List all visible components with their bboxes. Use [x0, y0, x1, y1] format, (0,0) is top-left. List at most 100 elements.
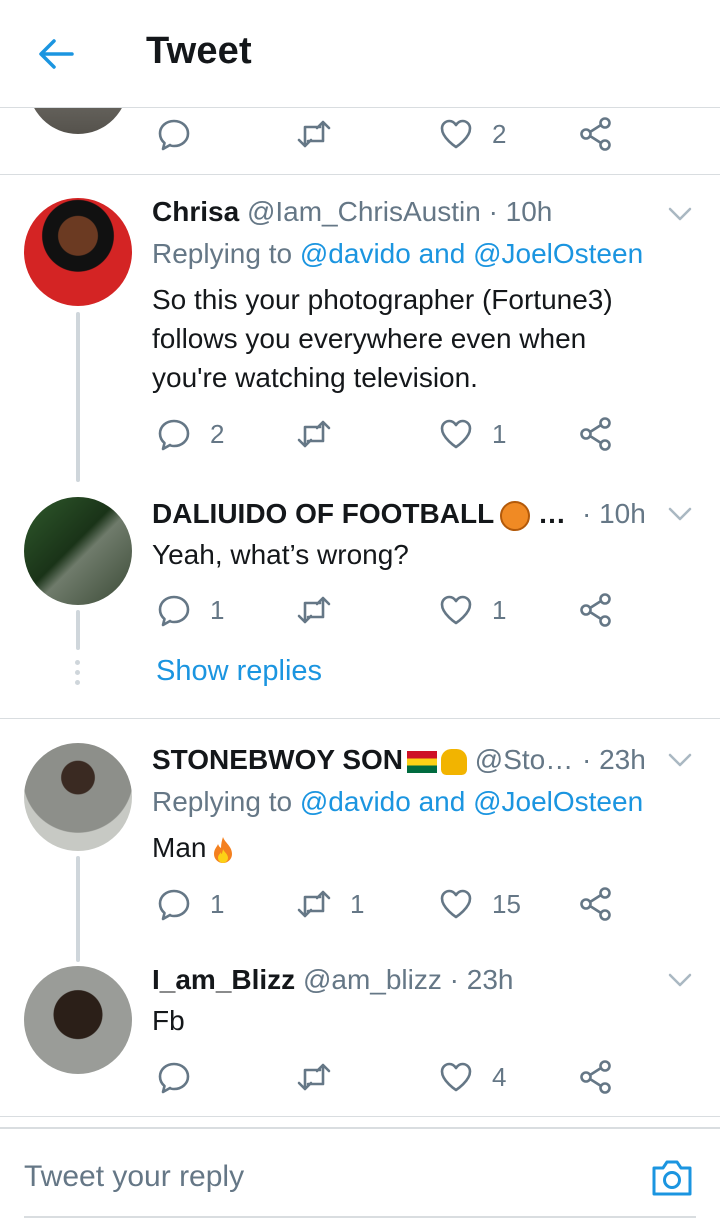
share-button[interactable] [578, 414, 614, 454]
reply-count: 1 [210, 888, 225, 919]
reply-count: 1 [210, 594, 225, 625]
tweet-text: Fb [152, 1005, 185, 1036]
share-icon [580, 1060, 611, 1094]
like-button[interactable]: 1 [438, 414, 506, 454]
basketball-emoji-icon [500, 500, 531, 531]
handle[interactable]: @Iam_ChrisAustin [247, 196, 481, 227]
reply-icon [158, 119, 190, 151]
replying-to-link[interactable]: @davido and @JoelOsteen [300, 786, 643, 817]
bell-emoji-icon [441, 748, 468, 775]
avatar[interactable] [24, 198, 132, 306]
tweet-text-content: Man [152, 832, 207, 863]
heart-icon [440, 595, 472, 625]
retweet-count: 1 [350, 888, 365, 919]
timestamp: · 23h [582, 744, 646, 775]
fire-emoji-icon [214, 836, 233, 863]
display-name[interactable]: DALIUIDO OF FOOTBALL [152, 498, 494, 529]
share-button[interactable] [578, 590, 614, 630]
retweet-button[interactable] [296, 114, 332, 154]
retweet-button[interactable]: 1 [296, 884, 364, 924]
avatar[interactable] [24, 966, 132, 1074]
reply-button[interactable]: 1 [156, 590, 224, 630]
tweet-header: Chrisa @Iam_ChrisAustin · 10h [152, 196, 552, 228]
reply-icon [158, 1062, 190, 1094]
reply-button[interactable] [156, 114, 192, 154]
like-count: 2 [492, 118, 507, 149]
replying-to-link[interactable]: @davido and @JoelOsteen [300, 238, 643, 269]
retweet-button[interactable] [296, 1057, 332, 1097]
share-icon [580, 417, 611, 451]
tweet-header: I_am_Blizz @am_blizz · 23h [152, 964, 513, 996]
page-title: Tweet [146, 30, 252, 72]
reply-icon [158, 595, 190, 627]
retweet-icon [297, 1063, 331, 1091]
like-button[interactable]: 1 [438, 590, 506, 630]
display-name[interactable]: Chrisa [152, 196, 239, 227]
chevron-down-icon[interactable] [667, 970, 693, 990]
tweet-text-line: you're watching television. [152, 362, 478, 393]
camera-icon[interactable] [650, 1158, 694, 1198]
reply-input-underline [24, 1216, 696, 1218]
share-icon [580, 887, 611, 921]
tweet-text-line: So this your photographer (Fortune3) [152, 284, 613, 315]
like-count: 15 [492, 888, 521, 919]
reply-icon [158, 419, 190, 451]
reply-button[interactable]: 2 [156, 414, 224, 454]
reply-count: 2 [210, 418, 225, 449]
share-icon [580, 117, 611, 151]
handle[interactable]: @Sto… [475, 744, 573, 775]
replying-prefix: Replying to [152, 238, 293, 269]
thread-line [76, 610, 80, 650]
share-icon [580, 593, 611, 627]
chevron-down-icon[interactable] [667, 750, 693, 770]
ghana-flag-emoji-icon [407, 750, 438, 773]
timestamp: · 10h [488, 196, 553, 227]
reply-button[interactable]: 1 [156, 884, 224, 924]
retweet-icon [297, 120, 331, 148]
thread-line [76, 312, 80, 482]
share-button[interactable] [578, 114, 614, 154]
name-ellipsis: … [537, 498, 566, 529]
divider [0, 174, 720, 175]
replying-to: Replying to @davido and @JoelOsteen [152, 786, 643, 818]
reply-icon [158, 889, 190, 921]
heart-icon [440, 1062, 472, 1092]
tweet-header: DALIUIDO OF FOOTBALL … [152, 498, 566, 531]
like-count: 1 [492, 594, 507, 625]
heart-icon [440, 419, 472, 449]
thread-line [76, 856, 80, 962]
share-button[interactable] [578, 884, 614, 924]
retweet-icon [297, 596, 331, 624]
like-button[interactable]: 15 [438, 884, 521, 924]
like-button[interactable]: 4 [438, 1057, 506, 1097]
reply-input[interactable]: Tweet your reply [24, 1160, 244, 1194]
share-button[interactable] [578, 1057, 614, 1097]
timestamp: · 23h [449, 964, 514, 995]
arrow-left-icon[interactable] [34, 32, 78, 76]
display-name[interactable]: STONEBWOY SON [152, 744, 403, 775]
like-count: 4 [492, 1061, 507, 1092]
replying-prefix: Replying to [152, 786, 293, 817]
display-name[interactable]: I_am_Blizz [152, 964, 295, 995]
retweet-icon [297, 420, 331, 448]
header-bar: Tweet [0, 0, 720, 108]
like-count: 1 [492, 418, 507, 449]
tweet-text: Yeah, what’s wrong? [152, 539, 409, 570]
tweet-text-line: follows you everywhere even when [152, 323, 587, 354]
divider [0, 1116, 720, 1117]
show-replies-link[interactable]: Show replies [156, 655, 322, 688]
like-button[interactable]: 2 [438, 114, 506, 154]
replying-to: Replying to @davido and @JoelOsteen [152, 238, 643, 270]
retweet-button[interactable] [296, 590, 332, 630]
chevron-down-icon[interactable] [667, 204, 693, 224]
avatar[interactable] [24, 497, 132, 605]
tweet-text: So this your photographer (Fortune3) fol… [152, 280, 692, 397]
thread-dots [73, 660, 81, 690]
retweet-button[interactable] [296, 414, 332, 454]
reply-button[interactable] [156, 1057, 192, 1097]
retweet-icon [297, 890, 331, 918]
chevron-down-icon[interactable] [667, 504, 693, 524]
handle[interactable]: @am_blizz [303, 964, 442, 995]
tweet-header: STONEBWOY SON @Sto… [152, 744, 573, 776]
avatar[interactable] [24, 743, 132, 851]
